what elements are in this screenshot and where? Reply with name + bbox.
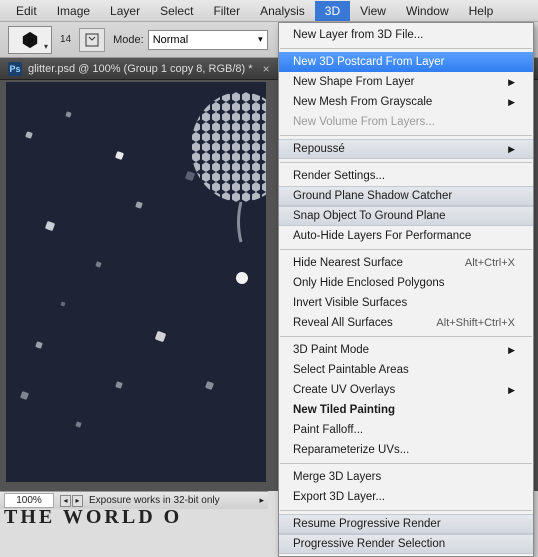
menu-filter[interactable]: Filter <box>203 1 250 21</box>
menu-item-repouss[interactable]: Repoussé ▶ <box>279 139 533 159</box>
menu-view[interactable]: View <box>350 1 396 21</box>
menu-item-label: New Tiled Painting <box>293 404 395 416</box>
menu-3d-dropdown: New Layer from 3D File... New 3D Postcard… <box>278 22 534 557</box>
menu-separator <box>280 336 532 337</box>
menu-item-label: Resume Progressive Render <box>293 518 441 530</box>
photoshop-badge-icon: Ps <box>8 62 22 76</box>
menu-item-snap-object-to-ground-plane[interactable]: Snap Object To Ground Plane <box>279 206 533 226</box>
menu-item-label: Progressive Render Selection <box>293 538 445 550</box>
menu-item-label: Reparameterize UVs... <box>293 444 409 456</box>
menu-select[interactable]: Select <box>150 1 203 21</box>
menu-item-label: Select Paintable Areas <box>293 364 409 376</box>
menu-item-auto-hide-layers-for-performance[interactable]: Auto-Hide Layers For Performance <box>279 226 533 246</box>
menu-item-label: New Layer from 3D File... <box>293 29 423 41</box>
cropped-article-text: THE WORLD O <box>4 506 182 529</box>
menu-item-label: Repoussé <box>293 143 345 155</box>
submenu-arrow-icon: ▶ <box>508 77 515 88</box>
menu-item-new-mesh-from-grayscale[interactable]: New Mesh From Grayscale ▶ <box>279 92 533 112</box>
submenu-arrow-icon: ▶ <box>508 345 515 356</box>
blend-mode-control: Mode: Normal ▾ <box>113 30 268 50</box>
menu-item-hide-nearest-surface[interactable]: Hide Nearest Surface Alt+Ctrl+X <box>279 253 533 273</box>
menu-item-select-paintable-areas[interactable]: Select Paintable Areas <box>279 360 533 380</box>
menu-item-label: New Mesh From Grayscale <box>293 96 432 108</box>
menu-item-render-settings[interactable]: Render Settings... <box>279 166 533 186</box>
chevron-right-icon[interactable]: ▸ <box>259 495 264 506</box>
document-canvas[interactable] <box>6 82 266 482</box>
brush-shape-picker[interactable]: ▾ <box>8 26 52 54</box>
blend-mode-select[interactable]: Normal ▾ <box>148 30 268 50</box>
menu-item-label: New Shape From Layer <box>293 76 414 88</box>
status-info-text: Exposure works in 32-bit only <box>89 495 220 506</box>
submenu-arrow-icon: ▶ <box>508 97 515 108</box>
menu-item-invert-visible-surfaces[interactable]: Invert Visible Surfaces <box>279 293 533 313</box>
menu-window[interactable]: Window <box>396 1 459 21</box>
menu-3d[interactable]: 3D <box>315 1 350 21</box>
main-menubar: EditImageLayerSelectFilterAnalysis3DView… <box>0 0 538 22</box>
menu-item-label: Ground Plane Shadow Catcher <box>293 190 452 202</box>
menu-item-new-volume-from-layers: New Volume From Layers... <box>279 112 533 132</box>
menu-item-new-tiled-painting[interactable]: New Tiled Painting <box>279 400 533 420</box>
nav-arrow-group: ◂ ▸ <box>60 495 83 507</box>
menu-item-new-shape-from-layer[interactable]: New Shape From Layer ▶ <box>279 72 533 92</box>
menu-separator <box>280 135 532 136</box>
menu-item-paint-falloff[interactable]: Paint Falloff... <box>279 420 533 440</box>
menu-analysis[interactable]: Analysis <box>250 1 315 21</box>
menu-item-label: New Volume From Layers... <box>293 116 435 128</box>
menu-item-3d-paint-mode[interactable]: 3D Paint Mode ▶ <box>279 340 533 360</box>
brush-size-value: 14 <box>60 34 71 45</box>
menu-item-new-3d-postcard-from-layer[interactable]: New 3D Postcard From Layer <box>279 52 533 72</box>
document-title: glitter.psd @ 100% (Group 1 copy 8, RGB/… <box>28 63 253 75</box>
menu-separator <box>280 463 532 464</box>
blend-mode-value: Normal <box>153 34 188 46</box>
glitter-cluster <box>181 92 266 252</box>
menu-item-reveal-all-surfaces[interactable]: Reveal All Surfaces Alt+Shift+Ctrl+X <box>279 313 533 333</box>
menu-item-export-3d-layer[interactable]: Export 3D Layer... <box>279 487 533 507</box>
menu-item-merge-3d-layers[interactable]: Merge 3D Layers <box>279 467 533 487</box>
mode-label: Mode: <box>113 34 144 46</box>
menu-item-new-layer-from-3d-file[interactable]: New Layer from 3D File... <box>279 25 533 45</box>
nav-right-button[interactable]: ▸ <box>72 495 83 507</box>
menu-separator <box>280 249 532 250</box>
menu-separator <box>280 162 532 163</box>
menu-item-label: Merge 3D Layers <box>293 471 381 483</box>
menu-layer[interactable]: Layer <box>100 1 150 21</box>
chevron-down-icon: ▾ <box>44 42 48 51</box>
submenu-arrow-icon: ▶ <box>508 144 515 155</box>
menu-item-label: Only Hide Enclosed Polygons <box>293 277 445 289</box>
menu-item-reparameterize-uvs[interactable]: Reparameterize UVs... <box>279 440 533 460</box>
menu-item-ground-plane-shadow-catcher[interactable]: Ground Plane Shadow Catcher <box>279 186 533 206</box>
nav-left-button[interactable]: ◂ <box>60 495 71 507</box>
menu-image[interactable]: Image <box>47 1 100 21</box>
menu-edit[interactable]: Edit <box>6 1 47 21</box>
menu-item-create-uv-overlays[interactable]: Create UV Overlays ▶ <box>279 380 533 400</box>
menu-item-label: Export 3D Layer... <box>293 491 385 503</box>
close-tab-button[interactable]: × <box>263 62 270 76</box>
menu-item-label: 3D Paint Mode <box>293 344 369 356</box>
menu-item-only-hide-enclosed-polygons[interactable]: Only Hide Enclosed Polygons <box>279 273 533 293</box>
menu-shortcut: Alt+Ctrl+X <box>465 257 515 269</box>
submenu-arrow-icon: ▶ <box>508 385 515 396</box>
chevron-down-icon: ▾ <box>258 34 263 45</box>
menu-item-label: Create UV Overlays <box>293 384 395 396</box>
menu-item-label: Reveal All Surfaces <box>293 317 393 329</box>
menu-item-resume-progressive-render[interactable]: Resume Progressive Render <box>279 514 533 534</box>
menu-item-label: Hide Nearest Surface <box>293 257 403 269</box>
menu-item-label: Auto-Hide Layers For Performance <box>293 230 471 242</box>
menu-item-label: Render Settings... <box>293 170 385 182</box>
menu-item-label: Paint Falloff... <box>293 424 363 436</box>
menu-item-progressive-render-selection[interactable]: Progressive Render Selection <box>279 534 533 554</box>
menu-shortcut: Alt+Shift+Ctrl+X <box>436 317 515 329</box>
menu-separator <box>280 48 532 49</box>
menu-item-label: New 3D Postcard From Layer <box>293 56 444 68</box>
toggle-panel-button[interactable] <box>79 28 105 52</box>
menu-item-label: Invert Visible Surfaces <box>293 297 407 309</box>
menu-separator <box>280 510 532 511</box>
menu-item-label: Snap Object To Ground Plane <box>293 210 446 222</box>
menu-help[interactable]: Help <box>459 1 504 21</box>
